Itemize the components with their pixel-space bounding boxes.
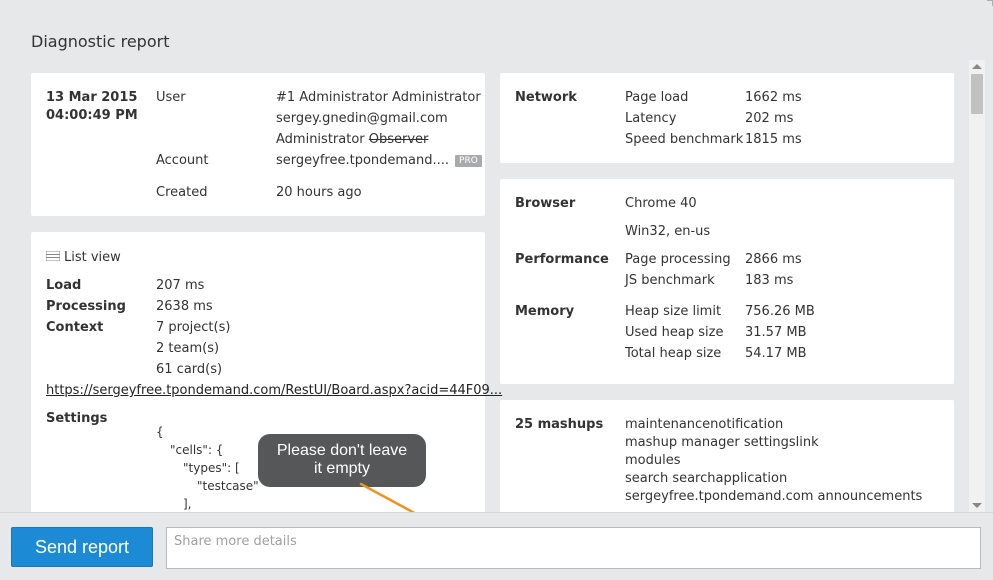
- network-card: Network Page load 1662 ms Latency 202 ms…: [500, 73, 954, 163]
- account-url: sergeyfree.tpondemand....: [276, 153, 450, 168]
- report-date: 13 Mar 2015: [46, 90, 138, 105]
- mashups-label: 25 mashups: [515, 417, 604, 432]
- user-card: 13 Mar 2015 04:00:49 PM User #1 Administ…: [31, 73, 485, 216]
- context-teams: 2 team(s): [156, 341, 220, 356]
- role-struck: Observer: [368, 132, 429, 147]
- browser-label: Browser: [515, 196, 576, 211]
- memory-key: Used heap size: [625, 325, 724, 340]
- performance-key: Page processing: [625, 252, 731, 267]
- memory-label: Memory: [515, 304, 575, 319]
- network-value: 202 ms: [745, 111, 794, 126]
- created-label: Created: [156, 185, 208, 200]
- settings-line: "types": [: [183, 461, 240, 475]
- settings-label: Settings: [46, 411, 108, 426]
- user-roles: Administrator Observer: [276, 132, 428, 147]
- user-name: #1 Administrator Administrator: [276, 90, 481, 105]
- memory-value: 31.57 MB: [745, 325, 807, 340]
- network-key: Page load: [625, 90, 689, 105]
- mashup-item: modules: [625, 453, 681, 468]
- memory-key: Heap size limit: [625, 304, 722, 319]
- report-time: 04:00:49 PM: [46, 108, 138, 123]
- details-input[interactable]: [166, 527, 981, 569]
- dialog-corner: [987, 0, 993, 6]
- user-label: User: [156, 90, 186, 105]
- scroll-down-arrow-icon[interactable]: [972, 503, 982, 508]
- network-key: Latency: [625, 111, 677, 126]
- list-icon: [46, 251, 60, 261]
- mashup-item: mashup manager settingslink: [625, 435, 819, 450]
- settings-line: ],: [183, 497, 192, 511]
- performance-key: JS benchmark: [625, 273, 715, 288]
- context-projects: 7 project(s): [156, 320, 231, 335]
- user-email: sergey.gnedin@gmail.com: [276, 111, 448, 126]
- performance-value: 183 ms: [745, 273, 794, 288]
- network-key: Speed benchmark: [625, 132, 744, 147]
- settings-line: {: [156, 425, 164, 439]
- send-report-button[interactable]: Send report: [11, 527, 153, 567]
- pro-badge: PRO: [455, 155, 482, 167]
- memory-value: 756.26 MB: [745, 304, 815, 319]
- tooltip-line: Please don't leave: [276, 442, 408, 459]
- settings-line: "testcase": [197, 479, 259, 493]
- load-label: Load: [46, 278, 82, 293]
- network-value: 1662 ms: [745, 90, 802, 105]
- list-view-heading: List view: [46, 250, 121, 265]
- processing-value: 2638 ms: [156, 299, 213, 314]
- performance-value: 2866 ms: [745, 252, 802, 267]
- page-title: Diagnostic report: [31, 32, 170, 51]
- processing-label: Processing: [46, 299, 126, 314]
- performance-label: Performance: [515, 252, 609, 267]
- role-active: Administrator: [276, 132, 365, 147]
- settings-line: "cells": {: [170, 443, 224, 457]
- platform-value: Win32, en-us: [625, 224, 711, 239]
- scrollbar-thumb[interactable]: [971, 74, 983, 114]
- mashup-item: maintenancenotification: [625, 417, 784, 432]
- report-scroll-area[interactable]: Diagnostic report 13 Mar 2015 04:00:49 P…: [0, 0, 993, 512]
- memory-value: 54.17 MB: [745, 346, 807, 361]
- created-value: 20 hours ago: [276, 185, 362, 200]
- mashups-card: 25 mashups maintenancenotification mashu…: [500, 400, 954, 512]
- bottom-bar: Send report: [0, 512, 993, 580]
- memory-key: Total heap size: [625, 346, 722, 361]
- mashup-item: search searchapplication: [625, 471, 788, 486]
- context-label: Context: [46, 320, 104, 335]
- mashup-item: sergeyfree.tpondemand.com announcements: [625, 489, 923, 504]
- browser-card: Browser Chrome 40 Win32, en-us Performan…: [500, 179, 954, 384]
- network-value: 1815 ms: [745, 132, 802, 147]
- network-label: Network: [515, 90, 577, 105]
- list-view-title: List view: [64, 250, 121, 265]
- tooltip-line: it empty: [313, 460, 370, 477]
- browser-value: Chrome 40: [625, 196, 697, 211]
- board-url-link[interactable]: https://sergeyfree.tpondemand.com/RestUI…: [46, 383, 502, 398]
- scroll-up-arrow-icon[interactable]: [972, 64, 982, 69]
- context-cards: 61 card(s): [156, 362, 223, 377]
- load-value: 207 ms: [156, 278, 205, 293]
- account-label: Account: [156, 153, 209, 168]
- account-value: sergeyfree.tpondemand.... PRO: [276, 153, 482, 168]
- vertical-scrollbar[interactable]: [969, 60, 985, 512]
